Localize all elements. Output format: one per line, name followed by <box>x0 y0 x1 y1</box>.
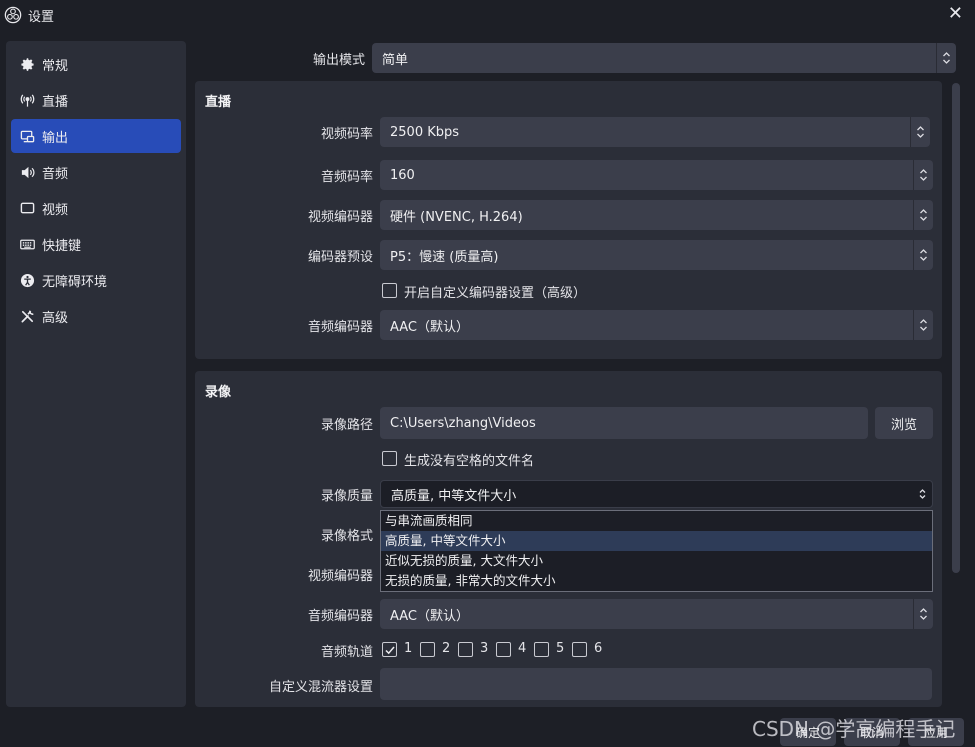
track-1-label: 1 <box>404 641 413 656</box>
recording-audio-encoder-select[interactable]: AAC（默认） <box>380 599 933 629</box>
custom-encoder-checkbox[interactable] <box>382 283 397 298</box>
recording-quality-select[interactable]: 高质量, 中等文件大小 <box>380 480 933 508</box>
track-4-checkbox[interactable] <box>496 642 511 657</box>
custom-muxer-field[interactable] <box>380 668 932 700</box>
stream-audio-encoder-select[interactable]: AAC（默认） <box>380 310 933 340</box>
video-bitrate-label: 视频码率 <box>320 127 373 142</box>
track-6-label: 6 <box>594 641 603 656</box>
chevron-updown-icon <box>913 160 933 190</box>
custom-muxer-label: 自定义混流器设置 <box>268 680 373 695</box>
accessibility-icon <box>19 272 35 288</box>
track-3-checkbox[interactable] <box>458 642 473 657</box>
output-mode-select[interactable]: 简单 <box>372 43 956 73</box>
recording-quality-label: 录像质量 <box>320 489 373 504</box>
recording-path-field[interactable]: C:\Users\zhang\Videos <box>380 407 868 439</box>
sidebar-item-label: 输出 <box>42 130 69 146</box>
video-bitrate-spinbox[interactable]: 2500 Kbps <box>380 117 930 147</box>
recording-path-label: 录像路径 <box>320 418 373 433</box>
encoder-preset-label: 编码器预设 <box>307 250 373 265</box>
sidebar-item-label: 视频 <box>42 202 69 218</box>
chevron-updown-icon <box>912 481 932 507</box>
stream-audio-encoder-value: AAC（默认） <box>390 319 469 335</box>
track-6-checkbox[interactable] <box>572 642 587 657</box>
sidebar-item-general[interactable]: 常规 <box>11 47 181 81</box>
sidebar-item-stream[interactable]: 直播 <box>11 83 181 117</box>
sidebar-item-audio[interactable]: 音频 <box>11 155 181 189</box>
broadcast-icon <box>19 92 35 108</box>
keyboard-icon <box>19 236 35 252</box>
custom-encoder-label: 开启自定义编码器设置（高级） <box>404 286 587 301</box>
chevron-updown-icon <box>913 310 933 340</box>
window-title: 设置 <box>28 9 55 25</box>
recording-quality-value: 高质量, 中等文件大小 <box>391 488 517 504</box>
track-2-label: 2 <box>442 641 451 656</box>
chevron-updown-icon <box>913 200 933 230</box>
output-mode-label: 输出模式 <box>312 53 365 68</box>
sidebar-item-accessibility[interactable]: 无障碍环境 <box>11 263 181 297</box>
close-icon[interactable]: ✕ <box>948 4 963 24</box>
sidebar-item-hotkeys[interactable]: 快捷键 <box>11 227 181 261</box>
sidebar-item-label: 高级 <box>42 310 69 326</box>
track-1-checkbox[interactable] <box>382 642 397 657</box>
recording-video-encoder-label: 视频编码器 <box>307 569 373 584</box>
video-encoder-select[interactable]: 硬件 (NVENC, H.264) <box>380 200 933 230</box>
sidebar-item-label: 无障碍环境 <box>42 274 108 290</box>
video-bitrate-value: 2500 Kbps <box>390 124 460 140</box>
video-encoder-value: 硬件 (NVENC, H.264) <box>390 209 523 225</box>
track-5-label: 5 <box>556 641 565 656</box>
gear-icon <box>19 56 35 72</box>
settings-sidebar: 常规 直播 输出 音频 视频 快捷键 无障碍环境 高级 <box>6 41 186 707</box>
quality-option-selected[interactable]: 高质量, 中等文件大小 <box>381 531 932 551</box>
recording-quality-dropdown: 与串流画质相同 高质量, 中等文件大小 近似无损的质量, 大文件大小 无损的质量… <box>380 510 933 592</box>
recording-group-title: 录像 <box>205 385 232 400</box>
sidebar-item-label: 直播 <box>42 94 69 110</box>
quality-option[interactable]: 无损的质量, 非常大的文件大小 <box>381 571 932 591</box>
audio-bitrate-value: 160 <box>390 167 415 183</box>
audio-bitrate-label: 音频码率 <box>320 170 373 185</box>
output-settings-panel: 输出模式 简单 直播 视频码率 2500 Kbps 音频码率 160 视频编码器… <box>195 41 965 707</box>
tools-icon <box>19 308 35 324</box>
chevron-updown-icon <box>913 599 933 629</box>
streaming-group-title: 直播 <box>205 95 232 110</box>
chevron-updown-icon <box>936 43 956 73</box>
sidebar-item-advanced[interactable]: 高级 <box>11 299 181 333</box>
speaker-icon <box>19 164 35 180</box>
no-space-filename-checkbox[interactable] <box>382 451 397 466</box>
audio-bitrate-select[interactable]: 160 <box>380 160 933 190</box>
recording-path-value: C:\Users\zhang\Videos <box>390 415 536 431</box>
track-5-checkbox[interactable] <box>534 642 549 657</box>
scroll-thumb[interactable] <box>952 83 960 573</box>
recording-format-label: 录像格式 <box>320 529 373 544</box>
streaming-group: 直播 视频码率 2500 Kbps 音频码率 160 视频编码器 硬件 (NVE… <box>195 81 942 359</box>
browse-button[interactable]: 浏览 <box>875 407 933 439</box>
sidebar-item-label: 常规 <box>42 58 69 74</box>
output-mode-value: 简单 <box>382 52 409 68</box>
checkmark-icon <box>384 646 395 654</box>
encoder-preset-select[interactable]: P5：慢速 (质量高) <box>380 240 933 270</box>
recording-audio-encoder-value: AAC（默认） <box>390 608 469 624</box>
sidebar-item-output[interactable]: 输出 <box>11 119 181 153</box>
csdn-watermark: CSDN @学高编程手记 <box>752 717 956 741</box>
sidebar-item-label: 音频 <box>42 166 69 182</box>
quality-option[interactable]: 近似无损的质量, 大文件大小 <box>381 551 932 571</box>
video-encoder-label: 视频编码器 <box>307 210 373 225</box>
obs-logo-icon <box>4 6 22 24</box>
encoder-preset-value: P5：慢速 (质量高) <box>390 249 499 265</box>
sidebar-item-video[interactable]: 视频 <box>11 191 181 225</box>
track-2-checkbox[interactable] <box>420 642 435 657</box>
sidebar-item-label: 快捷键 <box>42 238 82 254</box>
stream-audio-encoder-label: 音频编码器 <box>307 320 373 335</box>
audio-tracks-label: 音频轨道 <box>320 645 373 660</box>
title-bar: 设置 ✕ <box>0 0 975 30</box>
recording-audio-encoder-label: 音频编码器 <box>307 609 373 624</box>
monitor-icon <box>19 200 35 216</box>
spin-arrows-icon <box>910 117 930 147</box>
track-3-label: 3 <box>480 641 489 656</box>
no-space-filename-label: 生成没有空格的文件名 <box>404 454 535 469</box>
output-icon <box>19 128 35 144</box>
track-4-label: 4 <box>518 641 527 656</box>
quality-option[interactable]: 与串流画质相同 <box>381 511 932 531</box>
chevron-updown-icon <box>913 240 933 270</box>
main-scrollbar[interactable] <box>950 81 962 707</box>
